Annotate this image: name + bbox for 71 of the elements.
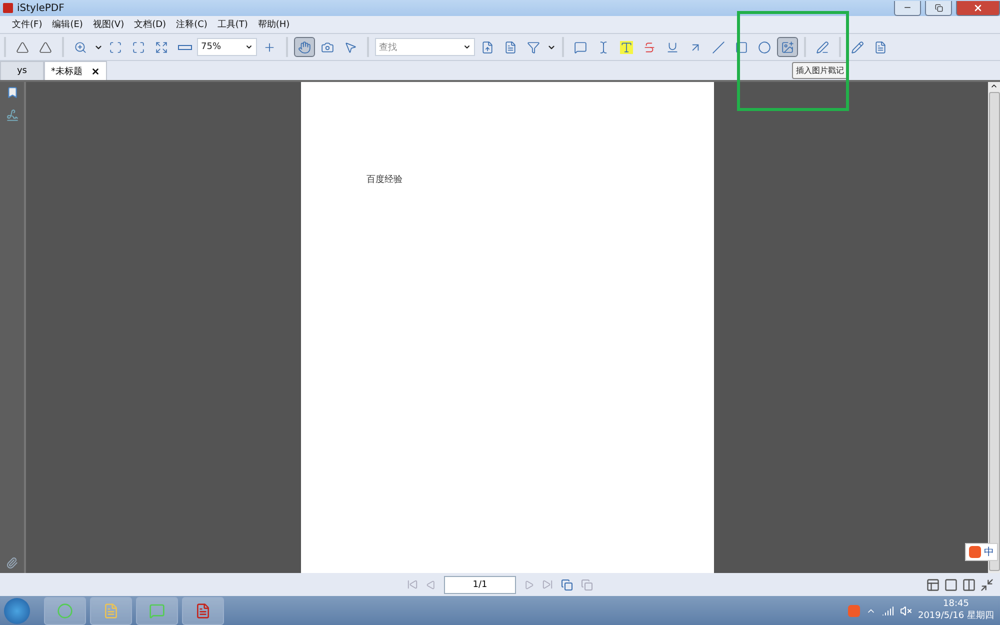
speech-bubble-icon xyxy=(574,40,587,54)
app-logo-icon xyxy=(3,3,13,13)
copy-page-button[interactable] xyxy=(561,578,573,590)
menu-item[interactable]: 文档(D) xyxy=(134,18,166,31)
close-icon xyxy=(973,2,983,12)
chat-icon xyxy=(149,602,165,618)
signature-icon[interactable] xyxy=(6,109,18,122)
caret-icon xyxy=(463,43,471,51)
frame-icon xyxy=(109,40,122,54)
document-tab[interactable]: ys xyxy=(0,61,44,80)
strikethrough-icon xyxy=(643,40,656,54)
volume-muted-icon[interactable] xyxy=(900,604,912,616)
pointer-icon xyxy=(344,40,357,54)
menu-item[interactable]: 帮助(H) xyxy=(258,18,290,31)
menu-item[interactable]: 文件(F) xyxy=(12,18,42,31)
underline-icon xyxy=(666,40,679,54)
bookmark-icon[interactable] xyxy=(6,86,18,99)
pdf-app-icon xyxy=(195,602,211,618)
menu-item[interactable]: 注释(C) xyxy=(176,18,208,31)
tab-label: ys xyxy=(16,66,27,76)
frame-icon xyxy=(155,40,168,54)
filter-icon xyxy=(527,40,540,54)
hand-button[interactable] xyxy=(294,37,315,57)
ime-mode-label: 中 xyxy=(984,546,994,559)
document-icon xyxy=(481,40,494,54)
clock-date: 2019/5/16 星期四 xyxy=(918,610,994,622)
menu-item[interactable]: 视图(V) xyxy=(92,18,124,31)
search-dropdown[interactable]: 查找 xyxy=(375,38,475,56)
image-icon xyxy=(781,40,794,54)
frame-icon xyxy=(132,40,145,54)
menu-item[interactable]: 工具(T) xyxy=(217,18,248,31)
single-page-button[interactable] xyxy=(926,578,940,592)
tab-label: *未标题 xyxy=(51,66,82,78)
hand-icon xyxy=(298,40,311,54)
split-view-button[interactable] xyxy=(980,578,994,592)
tooltip: 插入图片戳记 xyxy=(792,62,848,79)
restore-button[interactable] xyxy=(925,0,952,16)
two-page-button[interactable] xyxy=(962,578,976,592)
page-text: 百度经验 xyxy=(366,175,402,185)
window-title: iStylePDF xyxy=(17,2,66,14)
close-tab-icon[interactable] xyxy=(90,66,100,76)
taskbar-button[interactable] xyxy=(182,596,224,624)
clock[interactable]: 18:45 2019/5/16 星期四 xyxy=(918,599,994,622)
paperclip-icon[interactable] xyxy=(6,557,18,569)
pen-icon xyxy=(816,40,829,54)
pencil-icon xyxy=(851,40,864,54)
plus-icon xyxy=(263,40,276,54)
triangle-icon xyxy=(16,40,29,54)
triangle-icon xyxy=(39,40,52,54)
start-button[interactable] xyxy=(4,598,30,624)
menu-item[interactable]: 编辑(E) xyxy=(52,18,83,31)
document-icon xyxy=(504,40,517,54)
zoom-in-icon xyxy=(74,40,87,54)
document-icon xyxy=(874,40,887,54)
zoom-dropdown[interactable]: 75% xyxy=(197,38,257,56)
page-number-field[interactable]: 1/1 xyxy=(444,576,516,594)
continuous-page-button[interactable] xyxy=(944,578,958,592)
ime-logo-icon xyxy=(969,546,981,558)
clock-time: 18:45 xyxy=(943,599,969,609)
line-icon xyxy=(712,40,725,54)
circle-icon xyxy=(758,40,771,54)
letter-t-icon xyxy=(620,40,633,54)
caret-icon xyxy=(245,43,253,51)
scroll-up-icon[interactable] xyxy=(990,82,998,90)
minus-icon xyxy=(178,44,192,50)
camera-icon xyxy=(321,40,334,54)
browser-icon xyxy=(57,602,73,618)
restore-icon xyxy=(934,4,942,12)
rectangle-icon xyxy=(735,40,748,54)
document-tab[interactable]: *未标题 xyxy=(44,61,106,80)
close-button[interactable] xyxy=(956,0,1000,16)
